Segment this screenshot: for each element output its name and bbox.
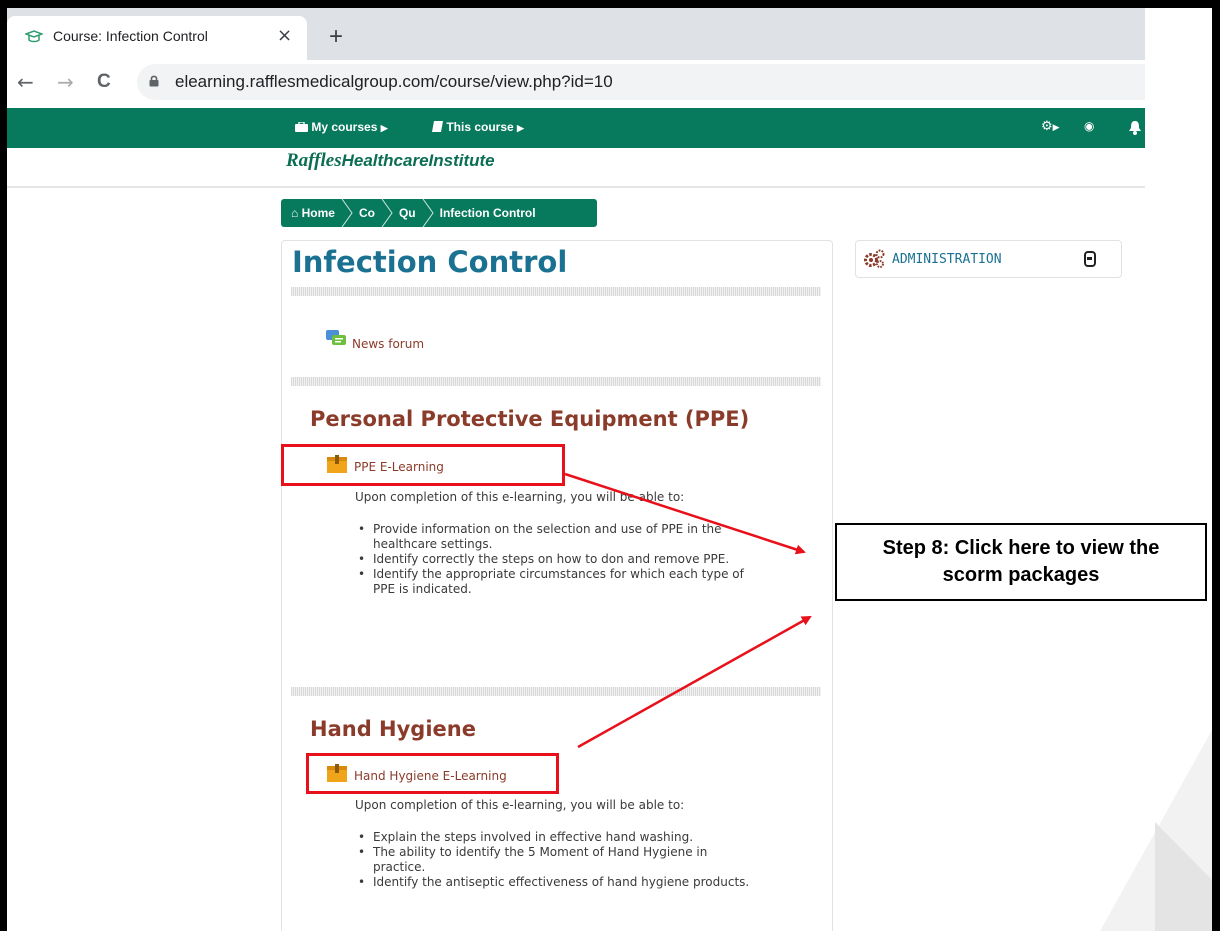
step-callout: Step 8: Click here to view the scorm pac… <box>835 523 1207 601</box>
screenshot-border-right <box>1212 0 1220 931</box>
arrow-to-callout-from-ppe <box>564 472 806 555</box>
annotation-arrows <box>564 472 812 749</box>
callout-line-2: scorm packages <box>942 564 1100 586</box>
callout-line-1: Step 8: Click here to view the <box>882 537 1160 559</box>
arrow-to-callout-from-hand-hygiene <box>577 615 812 749</box>
